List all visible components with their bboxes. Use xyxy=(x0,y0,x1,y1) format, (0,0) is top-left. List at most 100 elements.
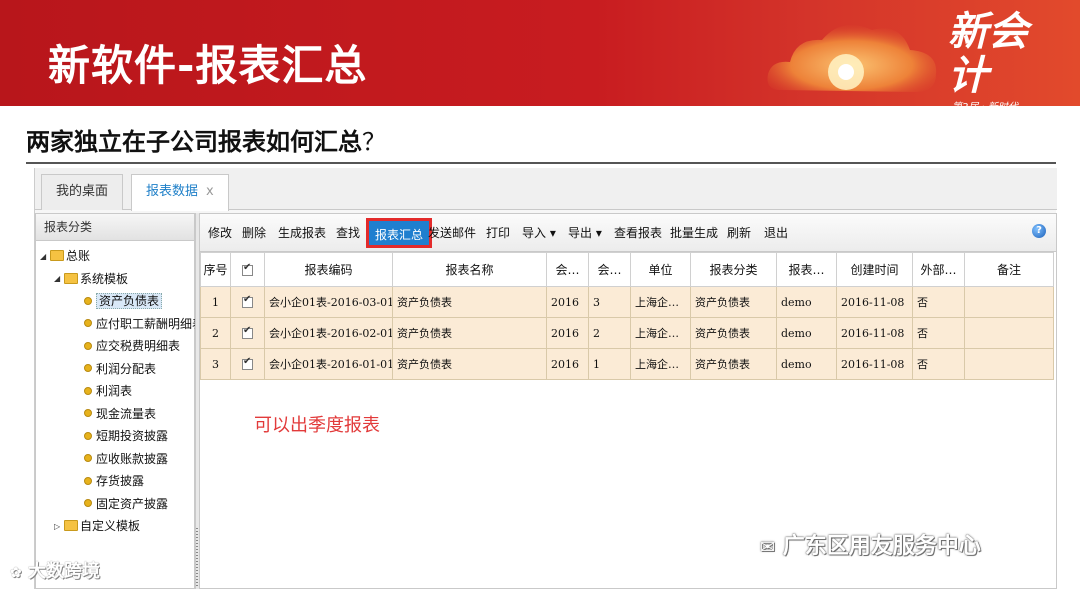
tab-my-desktop[interactable]: 我的桌面 xyxy=(41,174,124,210)
table-cell: demo xyxy=(776,348,837,380)
select-all-checkbox[interactable] xyxy=(242,262,253,276)
toolbar-button[interactable]: 发送邮件 xyxy=(428,223,476,243)
report-icon xyxy=(84,319,92,327)
table-row[interactable]: 3会小企01表-2016-01-01资产负债表20161上海企…资产负债表dem… xyxy=(200,348,1054,380)
toolbar-button[interactable]: 导入 ▾ xyxy=(522,223,556,243)
toolbar-button[interactable]: 刷新 xyxy=(727,223,751,243)
toolbar-button[interactable]: 报表汇总 xyxy=(366,218,433,248)
table-cell: 否 xyxy=(912,348,965,380)
column-header[interactable]: 备注 xyxy=(964,252,1054,287)
table-cell: 上海企… xyxy=(630,348,691,380)
tree-leaf[interactable]: 应交税费明细表 xyxy=(84,335,180,357)
tree-leaf[interactable]: 现金流量表 xyxy=(84,403,156,425)
brand-icon: ✿ xyxy=(10,565,22,581)
table-cell: 2016-11-08 xyxy=(836,348,913,380)
tree-item-label: 现金流量表 xyxy=(96,406,157,421)
toolbar-button[interactable]: 打印 xyxy=(486,223,510,243)
tree-leaf[interactable]: 资产负债表 xyxy=(84,290,163,312)
row-checkbox[interactable] xyxy=(242,356,253,370)
annotation-note: 可以出季度报表 xyxy=(254,415,380,436)
toolbar-button[interactable]: 修改 xyxy=(208,223,232,243)
table-cell: 资产负债表 xyxy=(690,348,777,380)
tree-folder[interactable]: ▷ 自定义模板 xyxy=(54,515,140,537)
row-checkbox-cell[interactable] xyxy=(230,317,265,349)
table-cell: demo xyxy=(776,286,837,318)
new-accounting-logo: 新会计 第2届 · 新时代 xyxy=(948,8,1058,107)
row-checkbox-cell[interactable] xyxy=(230,348,265,380)
report-icon xyxy=(84,499,92,507)
table-cell: 2016 xyxy=(546,286,589,318)
table-cell: 2 xyxy=(200,317,231,349)
tree-leaf[interactable]: 利润表 xyxy=(84,380,132,402)
toolbar-button[interactable]: 删除 xyxy=(242,223,266,243)
tree-leaf[interactable]: 应付职工薪酬明细表 xyxy=(84,313,204,335)
toolbar-button[interactable]: 退出 xyxy=(764,223,788,243)
table-row[interactable]: 2会小企01表-2016-02-01资产负债表20162上海企…资产负债表dem… xyxy=(200,317,1054,349)
table-cell: 1 xyxy=(588,348,631,380)
column-header[interactable]: 会… xyxy=(546,252,589,287)
toolbar-button[interactable]: 查找 xyxy=(336,223,360,243)
column-header[interactable]: 外部… xyxy=(912,252,965,287)
column-header[interactable]: 创建时间 xyxy=(836,252,913,287)
question-mark: ？ xyxy=(362,128,386,156)
tree-item-label: 应交税费明细表 xyxy=(96,339,181,353)
expand-arrow-icon[interactable]: ▷ xyxy=(54,516,64,538)
table-cell: 1 xyxy=(200,286,231,318)
table-cell: 资产负债表 xyxy=(392,317,547,349)
table-cell: 2016-11-08 xyxy=(836,286,913,318)
tree-item-label: 自定义模板 xyxy=(80,519,141,533)
table-cell: 2016-11-08 xyxy=(836,317,913,349)
tree-leaf[interactable]: 固定资产披露 xyxy=(84,493,168,515)
report-icon xyxy=(84,364,92,372)
tree-item-label: 系统模板 xyxy=(80,271,129,286)
tree-leaf[interactable]: 短期投资披露 xyxy=(84,425,168,447)
watermark-brand: ✿ 大数跨境 xyxy=(10,557,100,583)
table-cell xyxy=(964,317,1054,349)
table-cell: 2 xyxy=(588,317,631,349)
table-row[interactable]: 1会小企01表-2016-03-01资产负债表20163上海企…资产负债表dem… xyxy=(200,286,1054,318)
column-header[interactable]: 报表编码 xyxy=(264,252,393,287)
column-header[interactable]: 报表… xyxy=(776,252,837,287)
toolbar-button[interactable]: 导出 ▾ xyxy=(568,223,602,243)
logo-main-text: 新会计 xyxy=(948,8,1028,99)
tree-leaf[interactable]: 应收账款披露 xyxy=(84,448,168,470)
splitter-grip[interactable] xyxy=(196,528,198,588)
expand-arrow-icon[interactable]: ◢ xyxy=(40,246,50,268)
watermark-service-center: ✉ 广东区用友服务中心 xyxy=(760,528,981,560)
column-header[interactable]: 报表名称 xyxy=(392,252,547,287)
report-icon xyxy=(84,409,92,417)
tree-leaf[interactable]: 利润分配表 xyxy=(84,358,156,380)
table-cell: 资产负债表 xyxy=(690,286,777,318)
column-header[interactable]: 报表分类 xyxy=(690,252,777,287)
row-checkbox-cell[interactable] xyxy=(230,286,265,318)
row-checkbox[interactable] xyxy=(242,294,253,308)
toolbar-button[interactable]: 生成报表 xyxy=(278,223,326,243)
table-cell: 2016 xyxy=(546,317,589,349)
column-header[interactable]: 会… xyxy=(588,252,631,287)
table-cell xyxy=(964,286,1054,318)
table-cell: 资产负债表 xyxy=(690,317,777,349)
table-cell: 会小企01表-2016-02-01 xyxy=(264,317,393,349)
tab-report-data[interactable]: 报表数据 x xyxy=(131,174,229,211)
folder-icon xyxy=(50,250,64,261)
tree-item-label: 固定资产披露 xyxy=(96,496,169,511)
tree-folder[interactable]: ◢ 系统模板 xyxy=(54,268,128,290)
tree-folder[interactable]: ◢ 总账 xyxy=(40,245,90,267)
app-window: 我的桌面 报表数据 x 报表分类 ◢ 总账 ◢ 系统模板 资产负债表 应付职工薪酬明细表 应交… xyxy=(34,168,1057,589)
close-icon[interactable]: x xyxy=(206,184,214,199)
toolbar-button[interactable]: 批量生成 xyxy=(670,223,718,243)
column-header[interactable]: 序号 xyxy=(200,252,231,287)
table-cell: 资产负债表 xyxy=(392,348,547,380)
select-all-header[interactable] xyxy=(230,252,265,287)
report-icon xyxy=(84,431,92,440)
expand-arrow-icon[interactable]: ◢ xyxy=(54,268,64,290)
report-icon xyxy=(84,296,92,305)
column-header[interactable]: 单位 xyxy=(630,252,691,287)
tree-item-label: 总账 xyxy=(66,249,91,263)
tree-leaf[interactable]: 存货披露 xyxy=(84,470,144,492)
tree-item-label: 利润分配表 xyxy=(96,361,157,376)
toolbar-button[interactable]: 查看报表 xyxy=(614,223,662,243)
row-checkbox[interactable] xyxy=(242,325,253,339)
table-cell xyxy=(964,348,1054,380)
help-icon[interactable]: ? xyxy=(1032,224,1046,238)
